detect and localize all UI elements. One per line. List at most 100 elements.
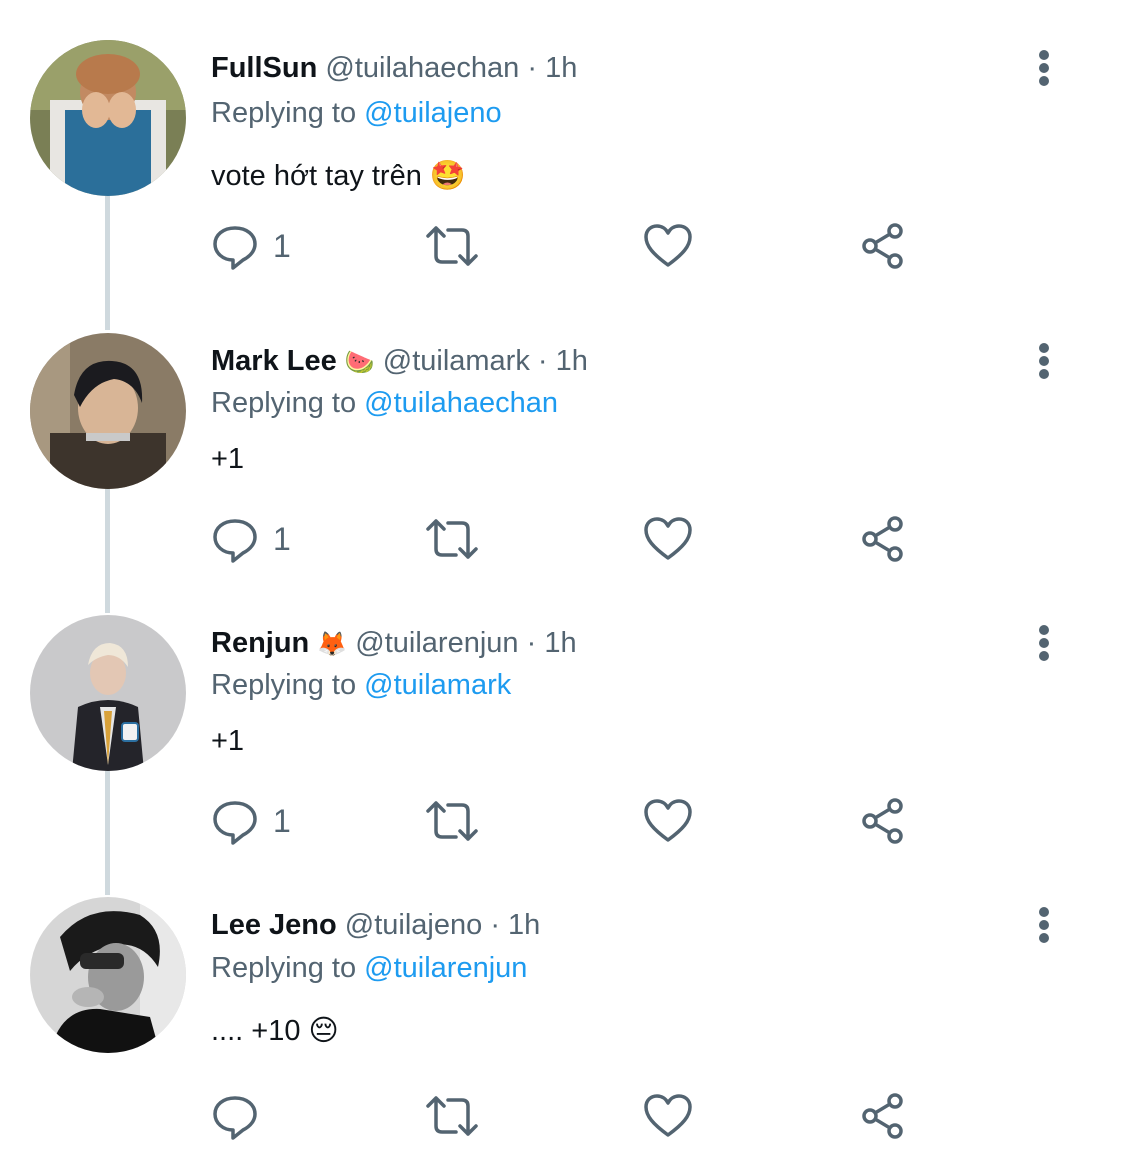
heart-icon [644, 224, 692, 267]
handle[interactable]: @tuilamark [383, 345, 530, 377]
action-bar: 1 [211, 795, 931, 847]
action-bar: 1 [211, 220, 931, 272]
share-icon [862, 1093, 903, 1139]
reply-icon [213, 226, 257, 270]
dot-icon [1039, 907, 1049, 917]
reply-button[interactable]: 1 [211, 795, 291, 847]
separator: · [537, 345, 548, 377]
more-options-button[interactable] [1030, 341, 1058, 385]
dot-icon [1039, 50, 1049, 60]
retweet-icon [426, 1096, 478, 1136]
retweet-icon [426, 801, 478, 841]
display-name[interactable]: FullSun [211, 52, 317, 84]
action-bar [211, 1090, 931, 1142]
thread-line-3 [105, 770, 110, 895]
thread-line-2 [105, 488, 110, 613]
action-bar: 1 [211, 513, 931, 565]
dot-icon [1039, 920, 1049, 930]
display-name[interactable]: Lee Jeno [211, 909, 337, 941]
dot-icon [1039, 933, 1049, 943]
replying-label: Replying to [211, 387, 357, 419]
share-icon [862, 516, 903, 562]
replying-label: Replying to [211, 952, 357, 984]
handle[interactable]: @tuilahaechan [325, 52, 519, 84]
like-button[interactable] [643, 220, 693, 272]
handle[interactable]: @tuilajeno [345, 909, 482, 941]
avatar[interactable] [30, 897, 186, 1053]
dot-icon [1039, 343, 1049, 353]
timestamp[interactable]: 1h [556, 345, 588, 377]
dot-icon [1039, 76, 1049, 86]
avatar[interactable] [30, 333, 186, 489]
timestamp[interactable]: 1h [544, 627, 576, 659]
reply-icon [213, 1096, 257, 1140]
dot-icon [1039, 638, 1049, 648]
like-button[interactable] [643, 1090, 693, 1142]
reply-button[interactable] [211, 1090, 273, 1142]
name-emoji: 🦊 [317, 630, 348, 658]
tweet-header: Mark Lee 🍉 @tuilamark · 1h [211, 343, 588, 380]
reply-button[interactable]: 1 [211, 220, 291, 272]
timestamp[interactable]: 1h [508, 909, 540, 941]
heart-icon [644, 799, 692, 842]
separator: · [527, 52, 538, 84]
dot-icon [1039, 356, 1049, 366]
dot-icon [1039, 63, 1049, 73]
replying-label: Replying to [211, 97, 357, 129]
avatar[interactable] [30, 615, 186, 771]
mention-link[interactable]: @tuilajeno [364, 97, 501, 129]
heart-icon [644, 517, 692, 560]
more-options-button[interactable] [1030, 623, 1058, 667]
retweet-button[interactable] [424, 513, 480, 565]
replying-to: Replying to @tuilajeno [211, 95, 502, 131]
replying-label: Replying to [211, 669, 357, 701]
display-name[interactable]: Renjun [211, 627, 309, 659]
like-button[interactable] [643, 795, 693, 847]
retweet-button[interactable] [424, 795, 480, 847]
share-icon [862, 798, 903, 844]
replying-to: Replying to @tuilamark [211, 667, 511, 703]
like-button[interactable] [643, 513, 693, 565]
tweet-header: Lee Jeno @tuilajeno · 1h [211, 907, 540, 943]
avatar[interactable] [30, 40, 186, 196]
separator: · [490, 909, 500, 941]
share-button[interactable] [859, 1090, 907, 1142]
tweet-text: +1 [211, 725, 245, 757]
retweet-icon [426, 519, 478, 559]
dot-icon [1039, 625, 1049, 635]
share-icon [862, 223, 903, 269]
share-button[interactable] [859, 513, 907, 565]
mention-link[interactable]: @tuilamark [364, 669, 511, 701]
reply-count: 1 [273, 802, 291, 839]
more-options-button[interactable] [1030, 48, 1058, 92]
replying-to: Replying to @tuilahaechan [211, 385, 558, 421]
more-options-button[interactable] [1030, 905, 1058, 949]
reply-icon [213, 519, 257, 563]
retweet-button[interactable] [424, 220, 480, 272]
mention-link[interactable]: @tuilarenjun [364, 952, 527, 984]
share-button[interactable] [859, 795, 907, 847]
tweet-header: Renjun 🦊 @tuilarenjun · 1h [211, 625, 577, 662]
dot-icon [1039, 369, 1049, 379]
thread-line-1 [105, 195, 110, 330]
reply-icon [213, 801, 257, 845]
tweet-text: vote hớt tay trên 🤩 [211, 160, 467, 192]
retweet-button[interactable] [424, 1090, 480, 1142]
replying-to: Replying to @tuilarenjun [211, 950, 527, 986]
retweet-icon [426, 226, 478, 266]
dot-icon [1039, 651, 1049, 661]
mention-link[interactable]: @tuilahaechan [364, 387, 558, 419]
tweet-text: .... +10 😔 [211, 1015, 339, 1047]
handle[interactable]: @tuilarenjun [355, 627, 518, 659]
reply-count: 1 [273, 227, 291, 264]
reply-button[interactable]: 1 [211, 513, 291, 565]
separator: · [526, 627, 537, 659]
display-name[interactable]: Mark Lee [211, 345, 337, 377]
tweet-header: FullSun @tuilahaechan · 1h [211, 50, 577, 86]
heart-icon [644, 1094, 692, 1137]
name-emoji: 🍉 [344, 348, 375, 376]
timestamp[interactable]: 1h [545, 52, 577, 84]
share-button[interactable] [859, 220, 907, 272]
tweet-text: +1 [211, 443, 245, 475]
reply-count: 1 [273, 520, 291, 557]
